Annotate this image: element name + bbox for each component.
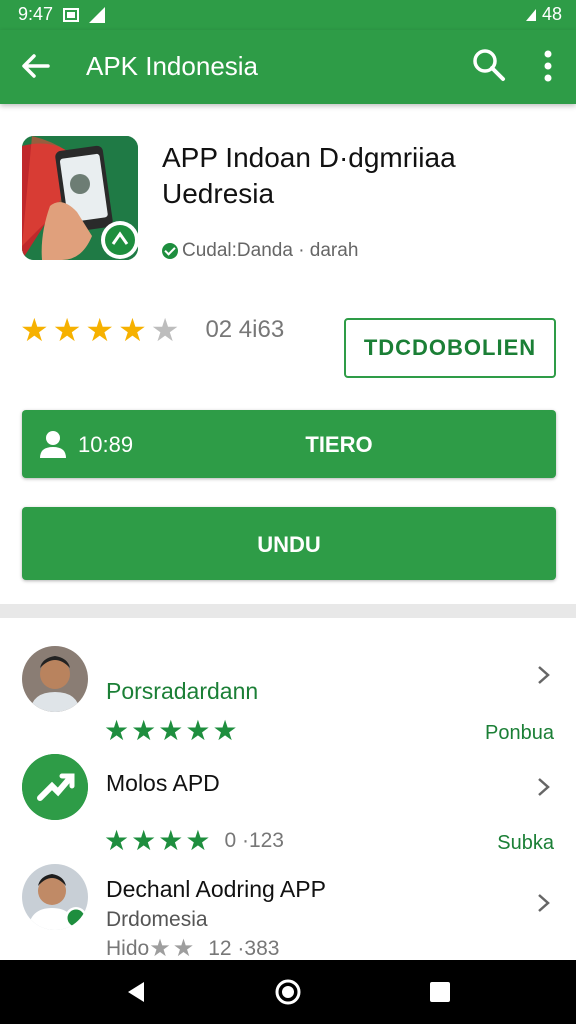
list-item[interactable]: Dechanl Aodring APP Drdomesia Hido ★ ★ 1… (0, 860, 576, 963)
section-divider (0, 604, 576, 618)
primary-button-label: TIERO (305, 432, 373, 457)
primary-button[interactable]: 10:89 TIERO (22, 410, 556, 478)
star-icon: ★ (150, 312, 180, 348)
avatar (22, 646, 88, 712)
more-vert-icon[interactable] (532, 48, 564, 84)
star-icon: ★ (212, 715, 238, 746)
star-icon: ★ (131, 715, 157, 746)
verified-check-icon (162, 243, 178, 259)
app-developer: Cudal:Danda · darah (162, 240, 358, 262)
search-icon[interactable] (470, 46, 508, 84)
star-icon: ★ (85, 312, 115, 348)
chevron-right-icon (538, 894, 550, 912)
system-nav-bar (0, 960, 576, 1024)
nav-recents-icon[interactable] (430, 982, 450, 1002)
status-bar: 9:47 48 (0, 0, 576, 30)
list-item-rating: ★ ★ ★ ★ ★ (104, 714, 240, 747)
nav-back-icon[interactable] (124, 980, 148, 1004)
rating-count: 02 4i63 (205, 316, 285, 343)
list-item-count: 0 ·123 (224, 828, 284, 852)
star-icon: ★ (104, 715, 130, 746)
list-item-rating: ★ ★ ★ ★ 0 ·123 (104, 824, 284, 857)
list-item[interactable]: Porsradardann ★ ★ ★ ★ ★ Ponbua (0, 640, 576, 750)
list-item-tag: Ponbua (485, 722, 554, 744)
app-developer-text: Cudal:Danda · darah (182, 240, 359, 261)
wifi-icon (525, 8, 536, 21)
star-icon: ★ (20, 312, 49, 348)
star-icon: ★ (185, 825, 211, 856)
app-title: APP Indoan D·dgmriiaa Uedresia (162, 140, 562, 212)
download-button-label: UNDU (257, 532, 321, 557)
install-button[interactable]: TDCDOBOLIEN (344, 318, 556, 378)
star-icon: ★ (185, 715, 211, 746)
app-icon (22, 136, 138, 260)
star-icon: ★ (118, 312, 147, 348)
star-icon: ★ (52, 312, 82, 348)
star-icon: ★ (158, 825, 184, 856)
list-item-subtitle: Drdomesia (106, 908, 208, 931)
list-item-title: Dechanl Aodring APP (106, 876, 326, 902)
star-icon: ★ (149, 935, 171, 962)
star-icon: ★ (172, 935, 195, 962)
rating-row: ★ ★ ★ ★ ★ 02 4i63 (20, 314, 284, 346)
avatar (22, 864, 88, 930)
list-item-title: Molos APD (106, 770, 220, 796)
list-item-prefix: Hido (106, 936, 150, 960)
chevron-right-icon (538, 778, 550, 796)
download-button[interactable]: UNDU (22, 507, 556, 580)
star-icon: ★ (158, 715, 184, 746)
list-item-tag: Subka (497, 832, 554, 854)
list-item-rating: Hido ★ ★ 12 ·383 (106, 934, 279, 963)
signal-icon (89, 6, 106, 23)
battery-level: 48 (541, 4, 562, 24)
chevron-right-icon (538, 666, 550, 684)
app-bar: APK Indonesia (0, 30, 576, 104)
star-icon: ★ (104, 825, 130, 856)
app-bar-title: APK Indonesia (86, 51, 259, 81)
avatar (22, 754, 88, 820)
list-item-title: Porsradardann (106, 678, 259, 704)
app-title-line1: APP Indoan D·dgmriiaa (162, 142, 456, 173)
app-title-line2: Uedresia (162, 178, 275, 209)
notification-icon (63, 7, 80, 22)
nav-home-icon[interactable] (274, 978, 302, 1006)
star-icon: ★ (131, 825, 157, 856)
status-time: 9:47 (18, 4, 54, 24)
list-item-count: 12 ·383 (208, 936, 280, 960)
arrow-left-icon[interactable] (18, 48, 54, 84)
list-item[interactable]: Molos APD ★ ★ ★ ★ 0 ·123 Subka (0, 750, 576, 860)
